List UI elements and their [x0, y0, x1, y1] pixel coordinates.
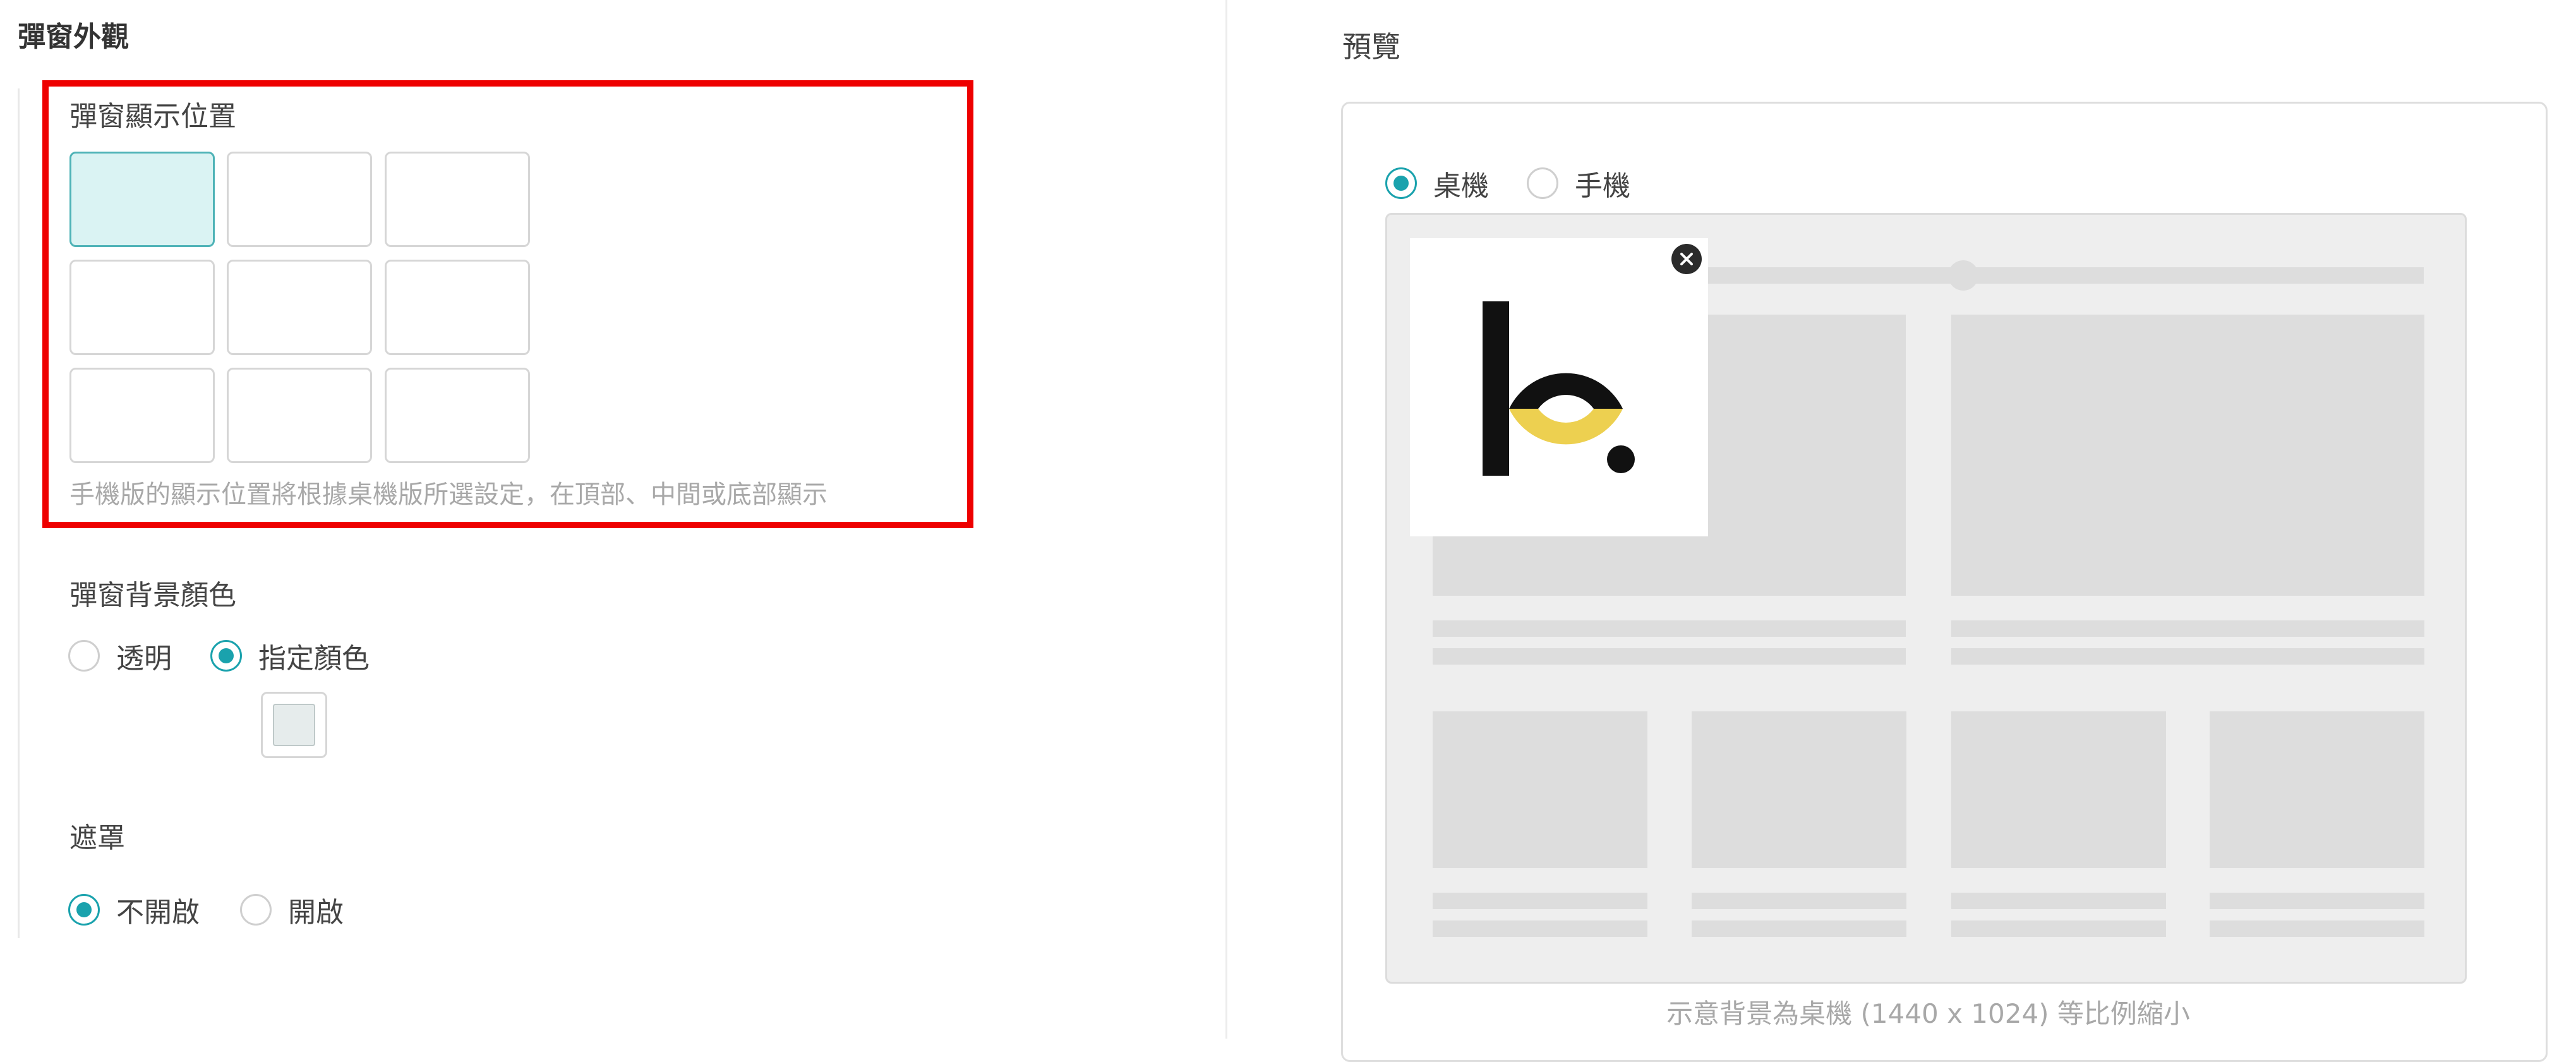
position-cell-bottom-left[interactable] — [69, 368, 215, 463]
background-radio-transparent[interactable]: 透明 — [68, 636, 172, 676]
mockup-text-line — [1433, 620, 1906, 637]
mask-radio-on[interactable]: 開啟 — [240, 890, 344, 930]
mockup-card-text — [1433, 893, 1647, 909]
radio-mobile-label: 手機 — [1575, 170, 1630, 202]
radio-desktop-label: 桌機 — [1433, 170, 1489, 202]
radio-mask-off[interactable] — [68, 894, 100, 926]
mockup-card-text — [1692, 893, 1906, 909]
mockup-text-line — [1951, 620, 2424, 637]
mockup-card-text — [1433, 920, 1647, 937]
popup-close-button[interactable] — [1671, 244, 1702, 274]
color-swatch-button[interactable] — [261, 692, 327, 758]
close-icon — [1680, 253, 1693, 265]
position-cell-middle-center[interactable] — [227, 260, 372, 355]
radio-mask-on[interactable] — [240, 894, 272, 926]
mockup-card-text — [2210, 920, 2424, 937]
position-cell-top-center[interactable] — [227, 152, 372, 247]
radio-mask-off-label: 不開啟 — [116, 896, 200, 929]
section-title: 彈窗外觀 — [18, 21, 129, 53]
preview-footnote: 示意背景為桌機 (1440 x 1024) 等比例縮小 — [1666, 998, 2190, 1029]
mockup-card-image — [1433, 711, 1647, 868]
popup-preview — [1410, 238, 1708, 536]
device-radio-mobile[interactable]: 手機 — [1527, 163, 1630, 203]
mockup-card-image — [1951, 711, 2166, 868]
position-cell-bottom-center[interactable] — [227, 368, 372, 463]
color-swatch-preview — [273, 704, 315, 746]
mask-radio-off[interactable]: 不開啟 — [68, 890, 200, 930]
mockup-card-image — [2210, 711, 2424, 868]
position-cell-middle-left[interactable] — [69, 260, 215, 355]
mockup-card-text — [1951, 893, 2166, 909]
position-cell-top-right[interactable] — [385, 152, 530, 247]
brand-logo — [1483, 301, 1635, 476]
mockup-avatar — [1948, 260, 1978, 291]
radio-mask-on-label: 開啟 — [288, 896, 344, 929]
background-radio-custom[interactable]: 指定顏色 — [210, 636, 370, 676]
position-cell-top-left[interactable] — [69, 152, 215, 247]
mockup-card-text — [1692, 920, 1906, 937]
radio-mobile[interactable] — [1527, 167, 1558, 199]
mockup-card-image — [1692, 711, 1906, 868]
position-cell-middle-right[interactable] — [385, 260, 530, 355]
position-hint: 手機版的顯示位置將根據桌機版所選設定，在頂部、中間或底部顯示 — [69, 480, 828, 509]
radio-transparent[interactable] — [68, 640, 100, 672]
panel-divider — [1225, 0, 1227, 1039]
mockup-header-bar-1 — [1700, 267, 2028, 284]
mockup-text-line — [1433, 648, 1906, 665]
mockup-card-text — [1951, 920, 2166, 937]
radio-custom-color[interactable] — [210, 640, 242, 672]
mockup-text-line — [1951, 648, 2424, 665]
mockup-card-text — [2210, 893, 2424, 909]
radio-custom-color-label: 指定顏色 — [258, 643, 370, 675]
mockup-hero-image-right — [1951, 315, 2424, 596]
mask-label: 遮罩 — [69, 822, 125, 854]
position-label: 彈窗顯示位置 — [69, 100, 236, 133]
position-cell-bottom-right[interactable] — [385, 368, 530, 463]
radio-desktop[interactable] — [1385, 167, 1417, 199]
device-radio-desktop[interactable]: 桌機 — [1385, 163, 1489, 203]
left-rule — [18, 88, 20, 938]
radio-transparent-label: 透明 — [116, 643, 172, 675]
preview-title: 預覽 — [1342, 30, 1400, 64]
background-color-label: 彈窗背景顏色 — [69, 579, 236, 612]
mockup-header-bar-2 — [1989, 267, 2424, 284]
